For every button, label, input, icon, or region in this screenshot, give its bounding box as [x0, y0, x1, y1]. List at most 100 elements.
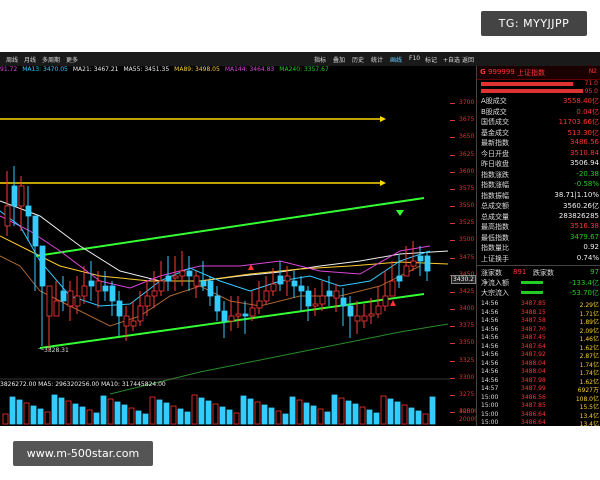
price-tick: 3375: [459, 322, 475, 330]
toolbar-history[interactable]: 历史: [352, 55, 364, 64]
ma-label: MA240: 3357.67: [279, 66, 329, 73]
volume-bar: [394, 401, 401, 425]
volume-bar: [345, 400, 352, 425]
candle-body: [361, 315, 368, 322]
stat-row: 指数振幅 38.71|1.10%: [481, 190, 599, 200]
toolbar-statistics[interactable]: 统计: [371, 55, 383, 64]
volume-bar: [198, 397, 205, 425]
candle-body: [368, 313, 375, 317]
guide-arrow: [380, 180, 386, 186]
volume-bar: [359, 406, 366, 425]
candle-body: [298, 285, 305, 292]
stat-row: 最新指数 3486.56: [481, 138, 599, 147]
candle-body: [186, 270, 193, 277]
volume-bar: [296, 399, 303, 425]
volume-bar: [380, 395, 387, 425]
candle-body: [424, 255, 431, 272]
toolbar-indicator[interactable]: 指标: [314, 55, 326, 64]
toolbar-more[interactable]: 更多: [66, 55, 78, 64]
stat-row: 基金成交 513.30亿: [481, 128, 599, 137]
candle-body: [340, 297, 347, 307]
stat-row: 今日开盘 3510.84: [481, 148, 599, 158]
candle-body: [256, 300, 263, 309]
up-arrow-icon: [390, 300, 396, 306]
price-tick: 3650: [459, 133, 475, 141]
stat-row: 最低指数 3479.67: [481, 232, 599, 242]
candle-body: [263, 290, 270, 302]
volume-bar: [184, 411, 191, 425]
ma-label: MA13: 3470.05: [22, 66, 68, 73]
volume-bar: [254, 401, 261, 425]
volume-label: 3826272.00 MA5: 296320256.00 MA10: 31744…: [0, 381, 166, 388]
price-tick: 3275: [459, 390, 475, 398]
volume-bar: [149, 396, 156, 425]
toolbar-multi-period[interactable]: 多周期: [42, 55, 60, 64]
volume-bar: [303, 402, 310, 425]
candle-body: [32, 215, 39, 247]
candle-body: [151, 290, 158, 297]
volume-bar: [163, 402, 170, 425]
volume-bar: [240, 395, 247, 425]
volume-bar: [415, 410, 422, 425]
candle-body: [326, 290, 333, 297]
volume-bar: [191, 394, 198, 425]
candle-body: [417, 255, 424, 262]
candle-body: [277, 275, 284, 285]
toolbar: 周线 月线 多周期 更多 指标 叠加 历史 统计 画线 F10 标记 +自选 返…: [0, 52, 600, 66]
toolbar-draw-line[interactable]: 画线: [390, 55, 402, 64]
stat-row: 昨日收盘 3506.94: [481, 159, 599, 168]
candle-body: [102, 285, 109, 292]
candlestick-chart[interactable]: 3328.31 3826272.00 MA5: 296320256.00 MA10…: [0, 76, 450, 426]
toolbar-mark[interactable]: 标记: [425, 55, 437, 64]
volume-bar: [317, 408, 324, 425]
candle-body: [179, 270, 186, 277]
price-tick: 3400: [459, 305, 475, 312]
stat-row: 总成交量 283826285: [481, 211, 599, 221]
candle-body: [130, 320, 137, 327]
candle-body: [284, 275, 291, 282]
volume-bar: [142, 413, 149, 425]
index-badge: N2: [588, 68, 597, 75]
ma-label: MA55: 3451.35: [123, 66, 170, 73]
moving-average-bar: 91.72 MA13: 3470.05 MA21: 3467.21 MA55: 345…: [0, 66, 450, 76]
volume-bar: [282, 413, 289, 425]
volume-bar: [156, 399, 163, 425]
candle-body: [25, 205, 32, 217]
price-tick: 3675: [459, 116, 475, 124]
stat-row: A股成交 3558.40亿: [481, 97, 599, 105]
toolbar-monthly[interactable]: 月线: [24, 55, 36, 64]
toolbar-back[interactable]: 返回: [462, 55, 474, 64]
toolbar-overlay[interactable]: 叠加: [333, 55, 345, 64]
price-tick: 3600: [459, 167, 475, 175]
ma-label: MA89: 3498.05: [174, 66, 220, 73]
volume-bar: [128, 407, 135, 425]
price-tick: 3575: [459, 184, 475, 192]
stat-row: 指数涨幅 -0.58%: [481, 180, 599, 189]
index-code: 999999: [488, 68, 515, 76]
candle-body: [228, 315, 235, 322]
price-axis: 3700 3675 3650 3625 3600 3575 3550 3525 3500 3475…: [450, 76, 478, 426]
price-tick: 3325: [459, 356, 475, 364]
candle-body: [144, 295, 151, 307]
price-tick: 3625: [459, 150, 475, 158]
volume-bar: [107, 398, 114, 425]
candle-body: [53, 300, 60, 317]
volume-bar: [79, 406, 86, 425]
url-watermark: www.m-500star.com: [13, 441, 153, 466]
stat-row: 最高指数 3516.38: [481, 222, 599, 231]
volume-bar: [226, 409, 233, 425]
price-tick: 3475: [459, 253, 475, 261]
stat-row: 指数涨跌 -20.38: [481, 169, 599, 179]
candle-body: [18, 185, 25, 207]
volume-bar: [247, 398, 254, 425]
telegram-watermark: TG: MYYJJPP: [481, 11, 587, 36]
candle-body: [319, 295, 326, 305]
toolbar-add-watchlist[interactable]: +自选: [443, 55, 460, 64]
toolbar-weekly[interactable]: 周线: [6, 55, 18, 64]
toolbar-f10[interactable]: F10: [409, 55, 420, 62]
volume-bar: [65, 400, 72, 425]
volume-bar: [366, 409, 373, 425]
volume-bar: [387, 398, 394, 425]
panel-header: G 999999 上证指数 N2: [477, 66, 600, 80]
price-tick: 3350: [459, 339, 475, 347]
